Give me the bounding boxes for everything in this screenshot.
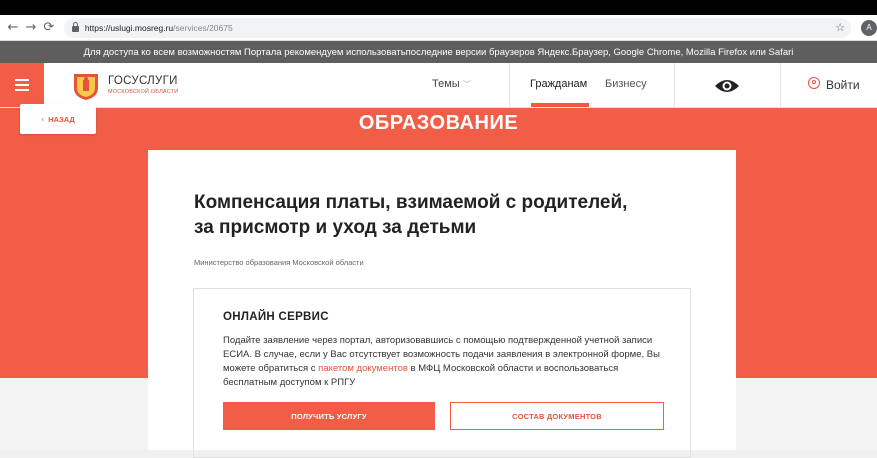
url-host: https://uslugi.mosreg.ru [84, 22, 174, 33]
documents-list-button[interactable]: СОСТАВ ДОКУМЕНТОВ [450, 402, 664, 430]
nav-themes-label: Темы [432, 78, 460, 90]
login-label: Войти [826, 78, 860, 92]
screen-top-bar [0, 0, 877, 15]
url-text: https://uslugi.mosreg.ru/services/20675 [85, 23, 233, 33]
nav-divider [780, 63, 781, 107]
online-service-panel: ОНЛАЙН СЕРВИС Подайте заявление через по… [193, 288, 691, 458]
nav-divider [674, 63, 675, 107]
online-service-description: Подайте заявление через портал, авторизо… [223, 334, 663, 390]
brand-text[interactable]: ГОСУСЛУГИ МОСКОВСКОЙ ОБЛАСТИ [108, 75, 178, 95]
ministry-name: Министерство образования Московской обла… [194, 258, 364, 267]
chevron-down-icon: ﹀ [462, 80, 471, 89]
bookmark-star-icon[interactable]: ☆ [835, 21, 845, 34]
get-service-button[interactable]: ПОЛУЧИТЬ УСЛУГУ [223, 402, 435, 430]
brand-name: ГОСУСЛУГИ [108, 75, 178, 87]
service-title-line: за присмотр и уход за детьми [194, 217, 477, 238]
get-service-label: ПОЛУЧИТЬ УСЛУГУ [291, 411, 367, 421]
nav-business[interactable]: Бизнесу [605, 78, 647, 90]
documents-list-label: СОСТАВ ДОКУМЕНТОВ [512, 411, 602, 421]
service-card: Компенсация платы, взимаемой с родителей… [148, 150, 736, 458]
reload-icon[interactable]: ⟳ [40, 19, 58, 37]
profile-initial: A [866, 23, 872, 32]
documents-package-link[interactable]: пакетом документов [318, 363, 408, 374]
back-arrow-icon[interactable]: ← [4, 19, 22, 37]
browser-notice-banner: Для доступа ко всем возможностям Портала… [0, 41, 877, 63]
site-header: ГОСУСЛУГИ МОСКОВСКОЙ ОБЛАСТИ Темы ﹀ Гражд… [0, 63, 877, 108]
login-link[interactable]: Войти [826, 78, 860, 92]
profile-avatar[interactable]: A [861, 19, 877, 36]
coat-of-arms-icon[interactable] [72, 71, 100, 101]
address-bar[interactable]: https://uslugi.mosreg.ru/services/20675 … [63, 17, 852, 38]
nav-divider [509, 63, 510, 107]
burger-line [15, 84, 29, 86]
url-path: /services/20675 [173, 22, 233, 33]
nav-citizens-label: Гражданам [530, 78, 588, 90]
burger-line [15, 79, 29, 81]
nav-business-label: Бизнесу [605, 78, 647, 90]
service-title-line: Компенсация платы, взимаемой с родителей… [194, 192, 628, 213]
notice-text: Для доступа ко всем возможностям Портала… [83, 46, 794, 58]
lock-icon [71, 22, 79, 32]
burger-line [15, 89, 29, 91]
menu-burger-button[interactable] [0, 63, 44, 107]
nav-themes[interactable]: Темы ﹀ [432, 78, 471, 90]
forward-arrow-icon[interactable]: → [22, 19, 40, 37]
service-title: Компенсация платы, взимаемой с родителей… [194, 190, 714, 240]
accessibility-eye-icon[interactable] [714, 77, 740, 95]
section-title: ОБРАЗОВАНИЕ [358, 112, 519, 134]
brand-region: МОСКОВСКОЙ ОБЛАСТИ [108, 89, 179, 95]
online-service-title: ОНЛАЙН СЕРВИС [223, 311, 329, 323]
browser-toolbar: ← → ⟳ https://uslugi.mosreg.ru/services/… [0, 15, 877, 41]
nav-citizens[interactable]: Гражданам [530, 78, 587, 90]
user-icon[interactable] [808, 77, 820, 89]
nav-active-indicator [531, 103, 589, 107]
